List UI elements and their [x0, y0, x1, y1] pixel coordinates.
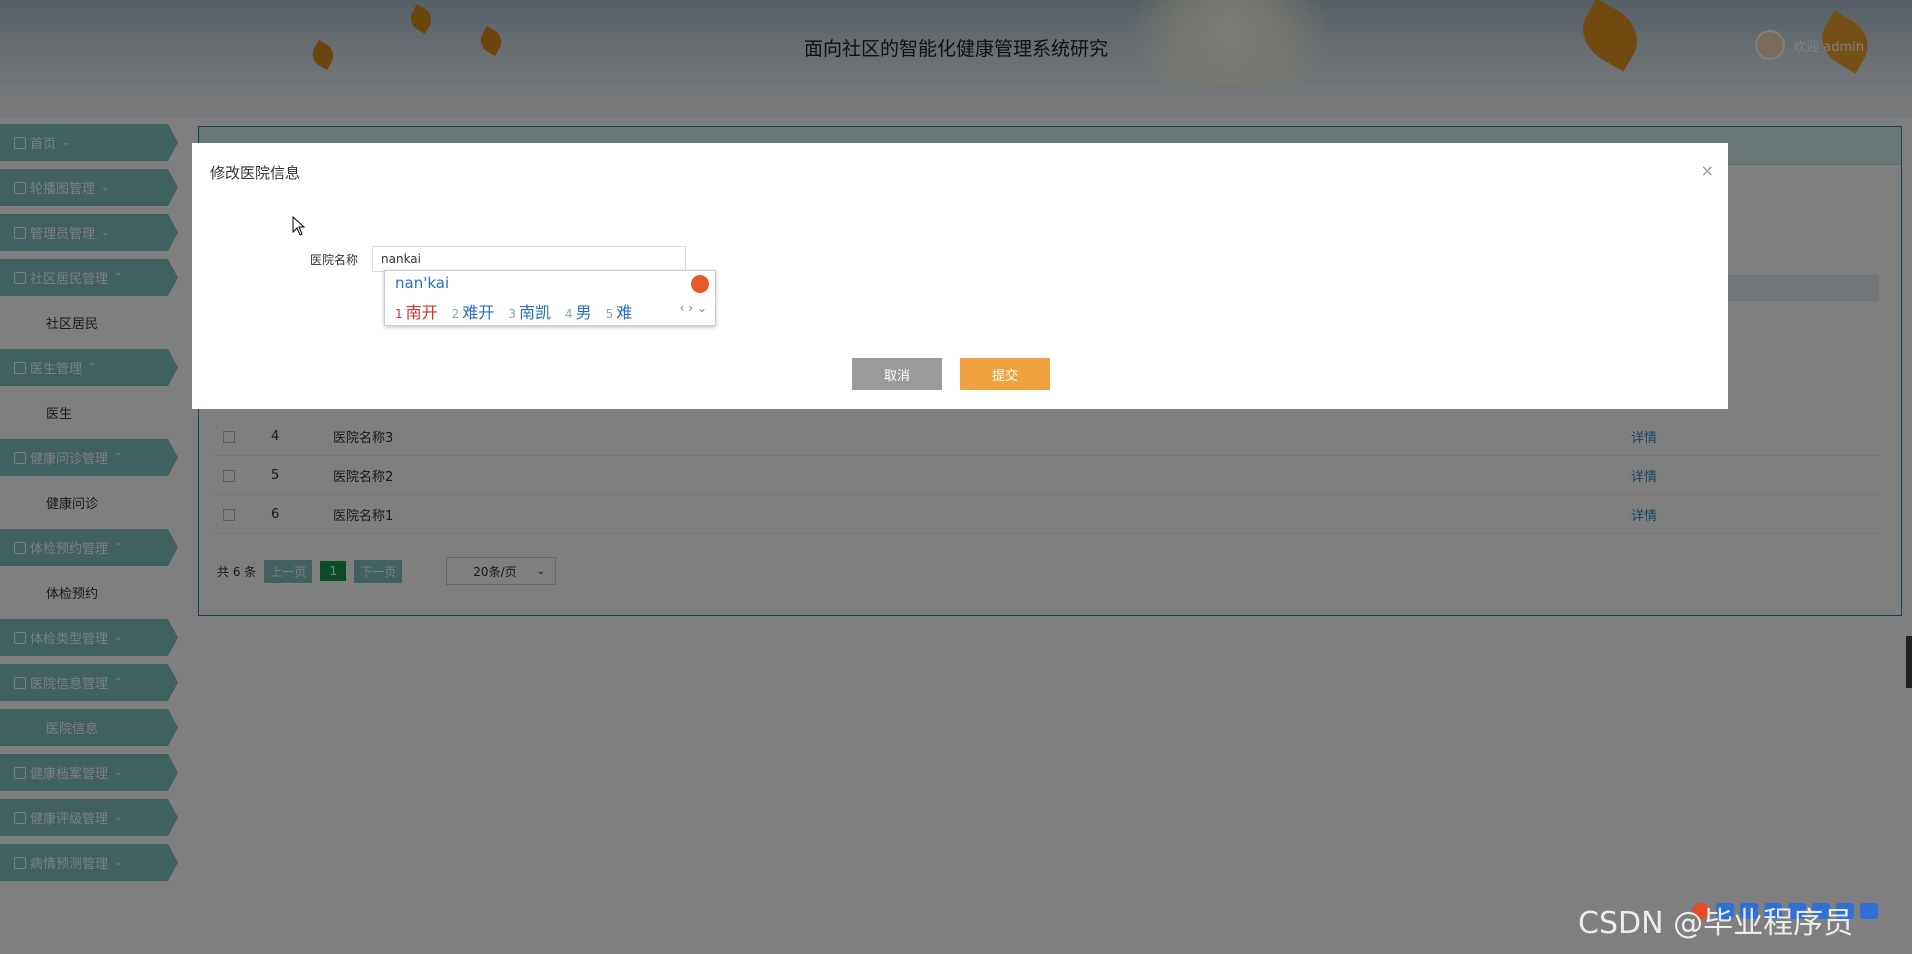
- ime-candidate[interactable]: 2 难开: [452, 299, 495, 323]
- ime-candidate[interactable]: 5难: [606, 299, 633, 323]
- ime-candidate-popup: nan'kai 1 南开 2 难开 3 南凯 4男 5难 ‹ › ⌄: [384, 270, 716, 326]
- hospital-name-input[interactable]: [372, 246, 686, 272]
- ime-candidate[interactable]: 1 南开: [395, 299, 438, 323]
- ime-candidate[interactable]: 3 南凯: [508, 299, 551, 323]
- ime-candidate[interactable]: 4男: [565, 299, 592, 323]
- close-icon[interactable]: ×: [1701, 161, 1714, 180]
- scroll-handle[interactable]: [1906, 636, 1912, 688]
- settings-icon[interactable]: [1860, 903, 1878, 919]
- mouse-cursor-icon: [292, 216, 306, 236]
- submit-button[interactable]: 提交: [960, 358, 1050, 390]
- dialog-title: 修改医院信息: [210, 164, 301, 182]
- hospital-name-label: 医院名称: [310, 253, 359, 267]
- sogou-logo-icon[interactable]: [691, 275, 709, 293]
- cancel-button[interactable]: 取消: [852, 358, 942, 390]
- ime-page-nav[interactable]: ‹ › ⌄: [680, 301, 707, 315]
- ime-candidate-list: 1 南开 2 难开 3 南凯 4男 5难: [395, 299, 632, 323]
- ime-composition: nan'kai: [395, 274, 450, 292]
- watermark: CSDN @毕业程序员: [1578, 906, 1854, 941]
